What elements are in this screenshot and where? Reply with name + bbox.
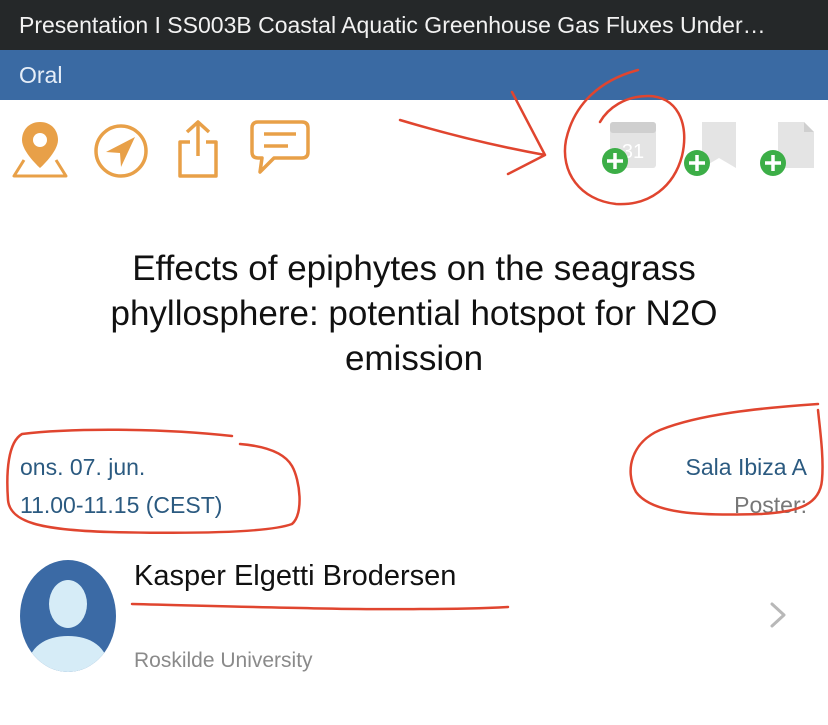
avatar[interactable] xyxy=(20,560,116,672)
chat-icon[interactable] xyxy=(248,118,312,180)
session-type-bar: Oral xyxy=(0,50,828,100)
add-bookmark-button[interactable] xyxy=(680,118,740,182)
map-pin-icon[interactable] xyxy=(10,118,70,180)
presentation-header-title: Presentation I SS003B Coastal Aquatic Gr… xyxy=(19,12,766,38)
navigate-icon[interactable] xyxy=(92,122,150,180)
window-title-bar: Presentation I SS003B Coastal Aquatic Gr… xyxy=(0,0,828,50)
speaker-name[interactable]: Kasper Elgetti Brodersen xyxy=(134,560,456,593)
presentation-title: Effects of epiphytes on the seagrass phy… xyxy=(110,249,718,378)
add-note-icon xyxy=(760,122,814,176)
session-type-label: Oral xyxy=(19,62,63,88)
annotation-underline-speaker xyxy=(130,602,510,611)
chevron-right-icon[interactable] xyxy=(768,600,788,630)
add-to-calendar-button[interactable]: 31 xyxy=(596,118,662,182)
speaker-affiliation: Roskilde University xyxy=(134,649,313,672)
add-bookmark-icon xyxy=(684,122,736,176)
add-to-calendar-icon: 31 xyxy=(602,122,656,174)
presentation-time: 11.00-11.15 (CEST) xyxy=(20,492,223,518)
share-icon[interactable] xyxy=(172,118,224,180)
annotation-arrow xyxy=(398,90,547,176)
presentation-date: ons. 07. jun. xyxy=(20,454,146,480)
presentation-room[interactable]: Sala Ibiza A xyxy=(686,454,807,481)
add-note-button[interactable] xyxy=(756,118,816,182)
poster-label: Poster: xyxy=(734,492,807,518)
